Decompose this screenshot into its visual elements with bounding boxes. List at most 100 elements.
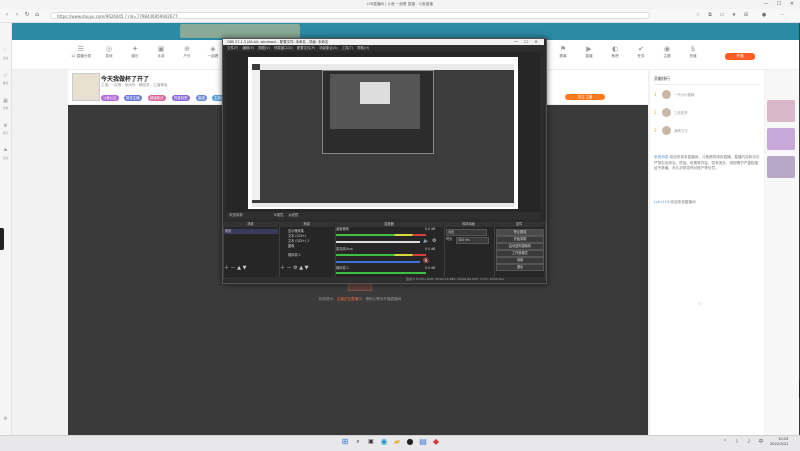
studio-mode-button[interactable]: 工作室模式: [496, 250, 544, 257]
sidebar-item-category[interactable]: ▦: [1, 97, 10, 105]
search-icon[interactable]: ⌕: [353, 437, 363, 447]
properties-button[interactable]: ⚙属性: [274, 213, 284, 217]
collections-icon[interactable]: ⊞: [742, 11, 750, 19]
nav-item-category[interactable]: ☰ 12 直播分类: [68, 44, 94, 66]
close-button[interactable]: ✕: [788, 1, 796, 8]
nav-right-recharge[interactable]: $ 充值: [680, 44, 706, 66]
duration-label: 时长: [446, 237, 453, 241]
menu-help[interactable]: 帮助(H): [357, 46, 369, 50]
reading-icon[interactable]: ☆: [694, 11, 702, 19]
fish-icon: ◐: [611, 45, 619, 53]
volume-slider[interactable]: [336, 241, 420, 243]
menu-file[interactable]: 文件(F): [227, 46, 238, 50]
profile-icon[interactable]: ●: [760, 11, 768, 19]
volume-icon[interactable]: ♪: [744, 437, 754, 447]
nav-right-live[interactable]: ▶ 直播: [576, 44, 602, 66]
room-tag[interactable]: 星级: [196, 95, 207, 101]
open-live-button[interactable]: 开播: [725, 53, 755, 60]
speaker-icon[interactable]: 🔈: [423, 238, 429, 244]
scenes-header: 场景: [223, 222, 278, 227]
nav-item-outdoor[interactable]: ⊕ 户外: [174, 44, 200, 66]
start-recording-button[interactable]: 开始录制: [496, 236, 544, 243]
rank-header[interactable]: 贡献排行: [654, 76, 760, 85]
mixer-channel-db: 0.0 dB: [425, 266, 436, 270]
sidebar-collapse-handle[interactable]: [0, 228, 4, 250]
nav-right-bar[interactable]: ◐ 鱼吧: [602, 44, 628, 66]
taskview-icon[interactable]: ▣: [366, 437, 376, 447]
follow-button[interactable]: 关注 主播: [565, 94, 605, 100]
refresh-icon[interactable]: ↻: [23, 11, 31, 19]
task-icon: ✔: [638, 45, 644, 53]
nav-right-theme[interactable]: ◉ 主题: [654, 44, 680, 66]
source-item[interactable]: 媒体源 2: [288, 253, 301, 258]
sources-add-remove[interactable]: ＋ － ⚙ ▲ ▼: [280, 266, 309, 271]
stop-streaming-button[interactable]: 停止推流: [496, 229, 544, 236]
taskbar-clock[interactable]: 10:25 2022/3/21: [770, 437, 788, 447]
exit-button[interactable]: 退出: [496, 264, 544, 271]
menu-docks[interactable]: 停靠窗口(D): [274, 46, 293, 50]
browser-tab-title[interactable]: LYB直播间 | 斗鱼 一起看 直播 - 斗鱼直播: [300, 1, 500, 8]
mixer-channel-name: 麦克风/Aux: [336, 247, 353, 251]
room-tag[interactable]: 超级粉丝: [148, 95, 166, 101]
settings-menu-icon[interactable]: ⋯: [778, 11, 786, 19]
minimize-button[interactable]: —: [762, 1, 770, 8]
menu-view[interactable]: 视图(V): [258, 46, 270, 50]
edge-icon[interactable]: ◉: [379, 437, 389, 447]
menu-tools[interactable]: 工具(T): [342, 46, 354, 50]
nav-item-game[interactable]: ◎ 游戏: [96, 44, 122, 66]
nav-item-ent[interactable]: ✦ 娱乐: [122, 44, 148, 66]
obs-icon[interactable]: ●: [405, 437, 415, 447]
favorites-icon[interactable]: ★: [730, 11, 738, 19]
back-icon[interactable]: ‹: [3, 11, 11, 19]
menu-edit[interactable]: 编辑(E): [242, 46, 254, 50]
tray-chevron-icon[interactable]: ⌃: [720, 437, 730, 447]
sidebar-item-activity[interactable]: ⚑: [1, 147, 10, 155]
duration-input[interactable]: 300 ms: [456, 237, 489, 244]
transition-select[interactable]: 淡出: [446, 229, 487, 236]
sidebar-item-recommend[interactable]: ☆: [1, 72, 10, 80]
rank-item[interactable]: 3 凉风习习: [654, 126, 760, 138]
menu-profile[interactable]: 配置文件(P): [297, 46, 315, 50]
nav-right-task[interactable]: ✔ 任务: [628, 44, 654, 66]
maximize-button[interactable]: ☐: [775, 1, 783, 8]
start-icon[interactable]: ⊞: [340, 437, 350, 447]
url-input[interactable]: https://www.douyu.com/9626045 ? rid=7798…: [50, 12, 650, 19]
home-icon[interactable]: ⌂: [33, 11, 41, 19]
sidebar-item-follow[interactable]: ♡: [1, 47, 10, 55]
mouse-cursor: [698, 302, 701, 305]
scene-item[interactable]: 场景: [224, 229, 278, 234]
filters-button[interactable]: ◍滤镜: [289, 213, 299, 217]
menu-scene-collection[interactable]: 场景集合(S): [319, 46, 337, 50]
source-item[interactable]: 图像: [288, 244, 294, 249]
extensions-icon[interactable]: ⧉: [706, 11, 714, 19]
nav-item-match[interactable]: ⚑ 赛事: [550, 44, 576, 66]
room-tag[interactable]: 陪伴主播: [124, 95, 142, 101]
virtual-camera-button[interactable]: 启动虚拟摄像机: [496, 243, 544, 250]
obs-status-bar: 丢帧 0 (0.0%) LIVE: 00:02:15 REC: 00:00:00…: [226, 277, 544, 282]
ad-image[interactable]: [767, 100, 795, 122]
room-tag[interactable]: 热度标签: [172, 95, 190, 101]
scenes-add-remove[interactable]: ＋ － ▲ ▼: [224, 266, 246, 271]
app-icon[interactable]: ◆: [431, 437, 441, 447]
gear-icon[interactable]: ⚙: [432, 238, 436, 244]
volume-slider[interactable]: [336, 261, 420, 263]
rank-item[interactable]: 1 一只小小猫咪: [654, 90, 760, 102]
ime-icon[interactable]: 中: [756, 437, 766, 447]
mute-red-icon[interactable]: 🔇: [423, 258, 429, 264]
forward-icon[interactable]: ›: [13, 11, 21, 19]
recharge-icon: $: [690, 45, 696, 53]
nav-item-mobile[interactable]: ▣ 手游: [148, 44, 174, 66]
ad-image[interactable]: [767, 128, 795, 150]
split-icon[interactable]: ▭: [718, 11, 726, 19]
explorer-icon[interactable]: ▰: [392, 437, 402, 447]
settings-button[interactable]: 设置: [496, 257, 544, 264]
network-icon[interactable]: ⌇: [732, 437, 742, 447]
sidebar-settings-icon[interactable]: ⚙: [1, 415, 10, 423]
rank-item[interactable]: 2 三月花开: [654, 108, 760, 120]
store-icon[interactable]: ▤: [418, 437, 428, 447]
mobile-icon: ▣: [157, 45, 165, 53]
sidebar-item-rank[interactable]: ♛: [1, 122, 10, 130]
room-tag[interactable]: 斗鱼认证: [101, 95, 119, 101]
streamer-avatar[interactable]: [72, 73, 100, 101]
ad-image[interactable]: [767, 156, 795, 178]
